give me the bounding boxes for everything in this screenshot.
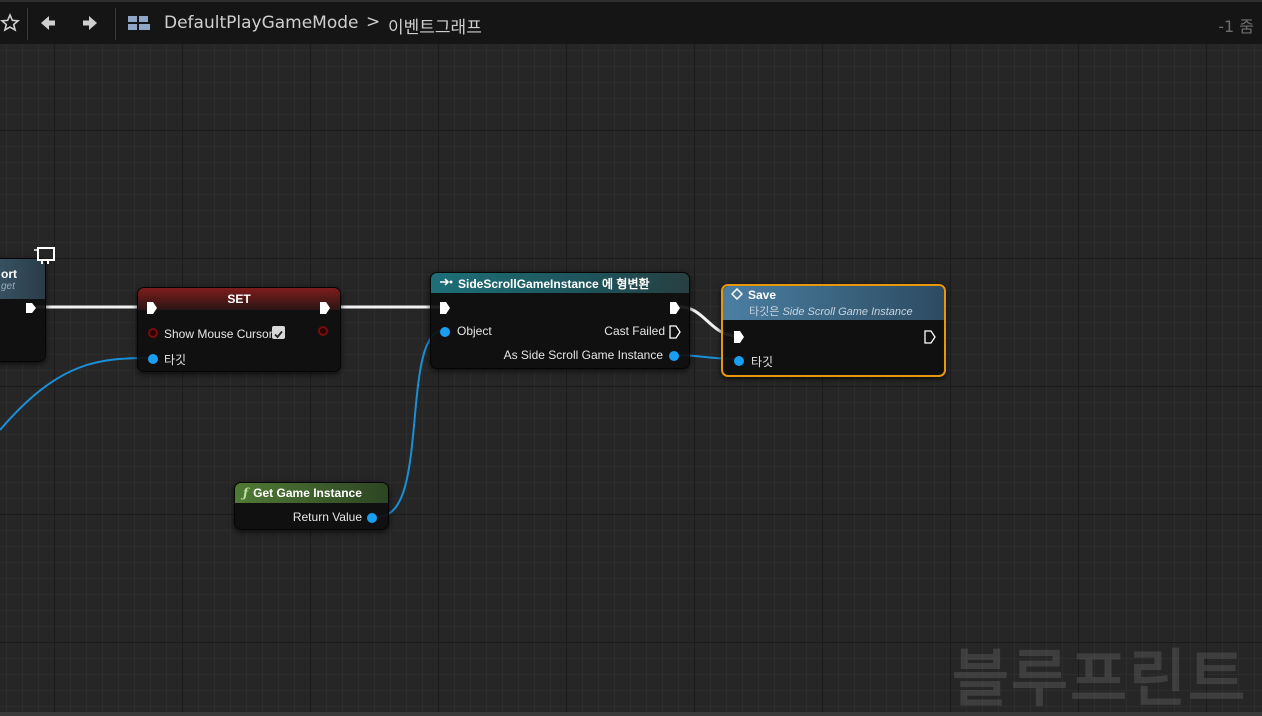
node-title: ort: [1, 266, 17, 281]
forward-arrow-icon[interactable]: [78, 10, 102, 36]
exec-out-pin[interactable]: [25, 302, 37, 314]
node-header: Save 타깃은 Side Scroll Game Instance: [723, 286, 944, 320]
zoom-level: -1 줌: [1218, 17, 1254, 36]
show-mouse-cursor-label: Show Mouse Cursor: [164, 327, 273, 341]
function-icon: ƒ: [243, 486, 249, 500]
node-cast[interactable]: SideScrollGameInstance 에 형변환 Object Cast…: [430, 272, 690, 369]
node-title: SET: [227, 292, 251, 306]
toolbar-separator: [27, 8, 28, 40]
exec-in-pin[interactable]: [733, 330, 745, 344]
toolbar-separator: [115, 8, 116, 40]
object-in-pin[interactable]: [440, 327, 450, 337]
back-arrow-icon[interactable]: [36, 10, 60, 36]
cast-icon: [439, 276, 453, 290]
exec-in-pin[interactable]: [146, 301, 158, 315]
node-subtitle: 타깃은 Side Scroll Game Instance: [749, 303, 913, 319]
blueprint-graph-canvas[interactable]: [0, 44, 1262, 712]
blueprint-graph-icon: [126, 10, 152, 36]
node-set[interactable]: SET Show Mouse Cursor 타깃: [137, 287, 341, 372]
exec-in-pin[interactable]: [439, 301, 451, 315]
node-header: ƒ Get Game Instance: [235, 483, 388, 503]
breadcrumb-graph[interactable]: 이벤트그래프: [388, 13, 482, 38]
node-header: SET: [138, 288, 340, 310]
as-instance-out-pin[interactable]: [669, 351, 679, 361]
subtitle-target-class: Side Scroll Game Instance: [782, 305, 913, 318]
bool-in-pin[interactable]: [148, 328, 158, 338]
return-value-out-pin[interactable]: [367, 513, 377, 523]
node-header: SideScrollGameInstance 에 형변환: [431, 273, 689, 293]
cast-failed-label: Cast Failed: [604, 324, 665, 338]
return-value-label: Return Value: [292, 510, 362, 524]
node-partial-left[interactable]: ort get: [0, 258, 46, 362]
exec-out-pin[interactable]: [319, 301, 331, 315]
star-icon[interactable]: [0, 10, 22, 36]
node-title: SideScrollGameInstance 에 형변환: [458, 276, 650, 291]
node-save[interactable]: Save 타깃은 Side Scroll Game Instance 타깃: [721, 284, 946, 377]
breadcrumb-separator: >: [366, 12, 381, 32]
exec-out-pin[interactable]: [669, 301, 681, 315]
blueprint-watermark: 블루프린트: [952, 642, 1248, 715]
graph-toolbar: DefaultPlayGameMode > 이벤트그래프 -1 줌: [0, 0, 1262, 44]
breadcrumb-asset[interactable]: DefaultPlayGameMode: [164, 13, 359, 33]
subtitle-prefix: 타깃은: [749, 305, 780, 318]
node-subtitle: get: [1, 280, 15, 292]
node-get-game-instance[interactable]: ƒ Get Game Instance Return Value: [234, 482, 389, 530]
cast-failed-exec-pin[interactable]: [669, 325, 681, 339]
diamond-icon: [730, 287, 744, 303]
target-label: 타깃: [751, 355, 774, 369]
node-title: Save: [748, 288, 777, 302]
as-instance-label: As Side Scroll Game Instance: [503, 348, 663, 362]
monitor-icon: [32, 246, 56, 272]
checkbox-checked-icon[interactable]: [272, 326, 285, 339]
node-title: Get Game Instance: [253, 486, 362, 500]
target-in-pin[interactable]: [734, 356, 744, 366]
target-label: 타깃: [164, 353, 187, 367]
object-label: Object: [457, 324, 492, 338]
target-in-pin[interactable]: [148, 354, 158, 364]
bool-out-pin[interactable]: [318, 326, 328, 336]
exec-out-pin[interactable]: [924, 330, 936, 344]
